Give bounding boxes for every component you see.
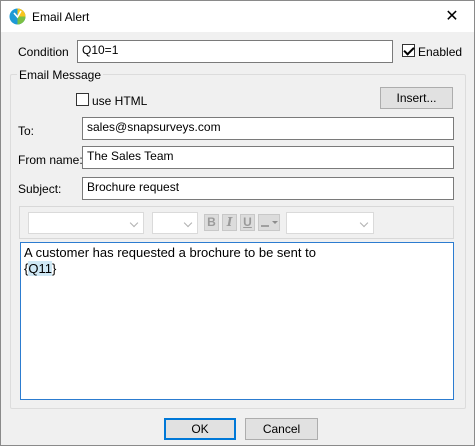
subject-label: Subject: <box>18 182 62 196</box>
formatting-toolbar: B I U <box>19 206 454 239</box>
chevron-down-icon <box>183 218 193 228</box>
condition-input[interactable]: Q10=1 <box>77 40 393 63</box>
title-bar: Email Alert ✕ <box>1 1 474 32</box>
to-label: To: <box>18 124 35 138</box>
enabled-label: Enabled <box>418 45 463 59</box>
email-alert-dialog: Email Alert ✕ Condition Q10=1 Enabled Em… <box>0 0 475 446</box>
ok-button[interactable]: OK <box>164 418 236 440</box>
insert-button[interactable]: Insert... <box>380 87 453 109</box>
token-close-brace: } <box>51 261 57 276</box>
cancel-button[interactable]: Cancel <box>245 418 318 440</box>
color-dropdown[interactable] <box>286 212 374 234</box>
question-token[interactable]: Q11 <box>28 261 52 276</box>
condition-label: Condition <box>18 45 69 59</box>
message-body-line-1: A customer has requested a brochure to b… <box>24 245 316 260</box>
email-message-group-title: Email Message <box>17 68 104 82</box>
chevron-down-icon <box>129 218 139 228</box>
chevron-down-icon <box>359 218 369 228</box>
from-name-field[interactable]: The Sales Team <box>82 146 454 169</box>
use-html-checkbox[interactable] <box>76 93 89 106</box>
from-name-label: From name: <box>18 153 83 167</box>
to-field[interactable]: sales@snapsurveys.com <box>82 117 454 140</box>
enabled-checkbox[interactable] <box>402 44 415 57</box>
message-body-editor[interactable]: A customer has requested a brochure to b… <box>20 242 454 400</box>
italic-button[interactable]: I <box>222 214 237 231</box>
close-button[interactable]: ✕ <box>430 1 474 32</box>
line-style-icon <box>261 221 278 227</box>
window-title: Email Alert <box>32 10 90 24</box>
subject-field[interactable]: Brochure request <box>82 177 454 200</box>
bold-button[interactable]: B <box>204 214 219 231</box>
font-size-dropdown[interactable] <box>152 212 198 234</box>
close-icon: ✕ <box>445 8 459 25</box>
line-style-button[interactable] <box>258 214 280 231</box>
font-family-dropdown[interactable] <box>28 212 144 234</box>
message-body-line-2: {Q11} <box>24 261 450 277</box>
use-html-label: use HTML <box>92 94 148 108</box>
underline-button[interactable]: U <box>240 214 255 231</box>
app-logo-icon <box>9 8 26 25</box>
